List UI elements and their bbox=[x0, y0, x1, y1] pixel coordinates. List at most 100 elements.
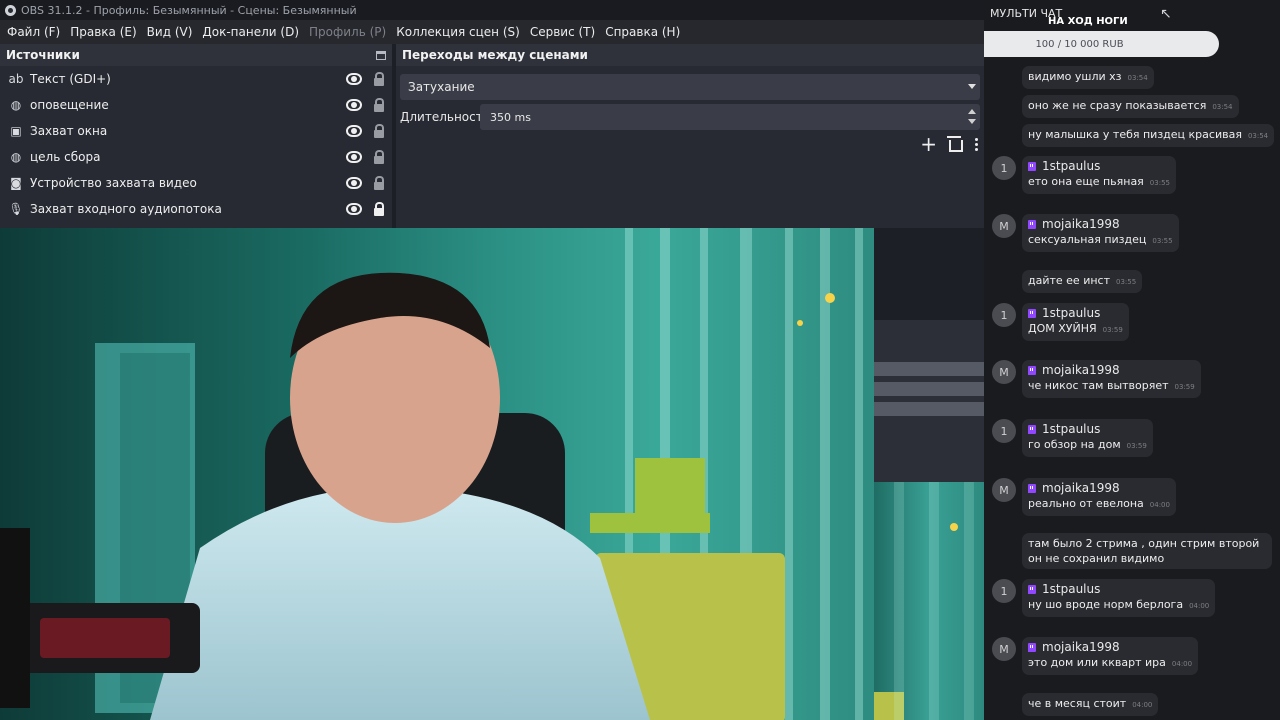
menu-scene-collection[interactable]: Коллекция сцен (S) bbox=[391, 25, 525, 39]
duration-spinbox[interactable]: 350 ms bbox=[480, 104, 980, 130]
message-text: ето она еще пьяная bbox=[1028, 175, 1144, 188]
menu-file[interactable]: Файл (F) bbox=[2, 25, 65, 39]
source-item-audio-input[interactable]: 🎙 Захват входного аудиопотока bbox=[0, 196, 392, 222]
visibility-eye-icon[interactable] bbox=[346, 203, 362, 215]
chat-message: видимо ушли хз 03:54 bbox=[1022, 66, 1154, 89]
undock-icon[interactable] bbox=[376, 50, 386, 60]
chat-message: mojaika1998 сексуальная пиздец 03:55 bbox=[1022, 214, 1179, 252]
multi-chat-panel: МУЛЬТИ ЧАТ НА ХОД НОГИ ↖ 100 / 10 000 RU… bbox=[984, 0, 1280, 720]
username[interactable]: 1stpaulus bbox=[1042, 306, 1100, 321]
menu-profile: Профиль (P) bbox=[309, 25, 387, 39]
chat-message: че в месяц стоит 04:00 bbox=[1022, 693, 1159, 716]
username[interactable]: 1stpaulus bbox=[1042, 582, 1100, 597]
message-text: ну шо вроде норм берлога bbox=[1028, 598, 1184, 611]
username[interactable]: mojaika1998 bbox=[1042, 640, 1120, 655]
webcam-edge bbox=[874, 482, 984, 720]
source-label: Устройство захвата видео bbox=[30, 176, 197, 190]
message-text: видимо ушли хз bbox=[1028, 70, 1122, 83]
message-time: 03:54 bbox=[1127, 74, 1148, 82]
source-item-video-capture[interactable]: ◙ Устройство захвата видео bbox=[0, 170, 392, 196]
add-transition-plus-icon[interactable]: + bbox=[920, 134, 937, 154]
transition-selected: Затухание bbox=[408, 80, 475, 94]
message-text: ну малышка у тебя пиздец красивая bbox=[1028, 128, 1242, 141]
username[interactable]: 1stpaulus bbox=[1042, 159, 1100, 174]
username-row: 1stpaulus bbox=[1028, 159, 1170, 174]
menu-docks[interactable]: Док-панели (D) bbox=[197, 25, 304, 39]
message-text: че никос там вытворяет bbox=[1028, 379, 1169, 392]
panel-bar bbox=[874, 362, 984, 376]
menu-edit[interactable]: Правка (E) bbox=[65, 25, 141, 39]
chat-message: оно же не сразу показывается 03:54 bbox=[1022, 95, 1239, 118]
menu-view[interactable]: Вид (V) bbox=[142, 25, 198, 39]
message-time: 04:00 bbox=[1149, 501, 1170, 509]
message-text: оно же не сразу показывается bbox=[1028, 99, 1207, 112]
unlock-icon[interactable] bbox=[374, 149, 384, 164]
message-time: 03:54 bbox=[1212, 103, 1233, 111]
chat-message: mojaika1998 это дом или ккварт ира 04:00 bbox=[1022, 637, 1199, 675]
twitch-icon bbox=[1028, 309, 1036, 318]
transition-select[interactable]: Затухание bbox=[400, 74, 980, 100]
goal-progress-text: 100 / 10 000 RUB bbox=[1035, 38, 1124, 50]
menu-tools[interactable]: Сервис (T) bbox=[525, 25, 600, 39]
message-time: 03:59 bbox=[1102, 326, 1123, 334]
twitch-icon bbox=[1028, 162, 1036, 171]
duration-label: Длительность bbox=[400, 110, 490, 124]
username-row: 1stpaulus bbox=[1028, 582, 1209, 597]
chat-message: дайте ее инст 03:55 bbox=[1022, 270, 1143, 293]
message-time: 03:59 bbox=[1126, 442, 1147, 450]
transitions-title: Переходы между сценами bbox=[402, 48, 588, 62]
visibility-eye-icon[interactable] bbox=[346, 177, 362, 189]
avatar: M bbox=[992, 360, 1016, 384]
chat-message: 1stpaulus ДОМ ХУЙНЯ 03:59 bbox=[1022, 303, 1129, 341]
source-item-window-capture[interactable]: ▣ Захват окна bbox=[0, 118, 392, 144]
window-icon: ▣ bbox=[10, 124, 22, 138]
visibility-eye-icon[interactable] bbox=[346, 99, 362, 111]
message-time: 03:55 bbox=[1149, 179, 1170, 187]
chat-message: там было 2 стрима , один стрим второй он… bbox=[1022, 533, 1272, 569]
unlock-icon[interactable] bbox=[374, 97, 384, 112]
username-row: 1stpaulus bbox=[1028, 306, 1123, 321]
username[interactable]: mojaika1998 bbox=[1042, 363, 1120, 378]
remove-transition-trash-icon[interactable] bbox=[947, 136, 963, 152]
transitions-header: Переходы между сценами bbox=[396, 44, 984, 66]
obs-logo-icon bbox=[5, 4, 16, 16]
message-time: 03:55 bbox=[1116, 278, 1137, 286]
source-label: Текст (GDI+) bbox=[30, 72, 111, 86]
avatar: 1 bbox=[992, 419, 1016, 443]
transition-toolbar: + bbox=[920, 134, 978, 154]
message-time: 03:59 bbox=[1174, 383, 1195, 391]
username[interactable]: mojaika1998 bbox=[1042, 217, 1120, 232]
avatar: M bbox=[992, 478, 1016, 502]
camera-icon: ◙ bbox=[10, 176, 22, 190]
spin-down-icon[interactable] bbox=[968, 119, 976, 124]
globe-icon: ◍ bbox=[10, 150, 22, 164]
lock-icon[interactable] bbox=[374, 201, 384, 216]
source-item-alert[interactable]: ◍ оповещение bbox=[0, 92, 392, 118]
visibility-eye-icon[interactable] bbox=[346, 151, 362, 163]
visibility-eye-icon[interactable] bbox=[346, 125, 362, 137]
chat-message: ну малышка у тебя пиздец красивая 03:54 bbox=[1022, 124, 1275, 147]
username-row: mojaika1998 bbox=[1028, 363, 1195, 378]
chat-message: mojaika1998 че никос там вытворяет 03:59 bbox=[1022, 360, 1201, 398]
visibility-eye-icon[interactable] bbox=[346, 73, 362, 85]
source-item-text[interactable]: ab Текст (GDI+) bbox=[0, 66, 392, 92]
menu-help[interactable]: Справка (H) bbox=[600, 25, 685, 39]
twitch-icon bbox=[1028, 425, 1036, 434]
sources-title: Источники bbox=[6, 48, 80, 62]
spin-up-icon[interactable] bbox=[968, 109, 976, 114]
more-options-kebab-icon[interactable] bbox=[975, 137, 978, 151]
twitch-icon bbox=[1028, 366, 1036, 375]
donation-goal-bar: 100 / 10 000 RUB bbox=[984, 31, 1219, 57]
mouse-cursor-icon: ↖ bbox=[1160, 6, 1172, 22]
window-titlebar: OBS 31.1.2 - Профиль: Безымянный - Сцены… bbox=[0, 0, 984, 20]
source-item-goal[interactable]: ◍ цель сбора bbox=[0, 144, 392, 170]
unlock-icon[interactable] bbox=[374, 71, 384, 86]
unlock-icon[interactable] bbox=[374, 175, 384, 190]
source-label: цель сбора bbox=[30, 150, 101, 164]
username[interactable]: mojaika1998 bbox=[1042, 481, 1120, 496]
username-row: 1stpaulus bbox=[1028, 422, 1147, 437]
message-text: там было 2 стрима , один стрим второй он… bbox=[1028, 537, 1260, 565]
username[interactable]: 1stpaulus bbox=[1042, 422, 1100, 437]
chat-message: mojaika1998 реально от евелона 04:00 bbox=[1022, 478, 1176, 516]
unlock-icon[interactable] bbox=[374, 123, 384, 138]
